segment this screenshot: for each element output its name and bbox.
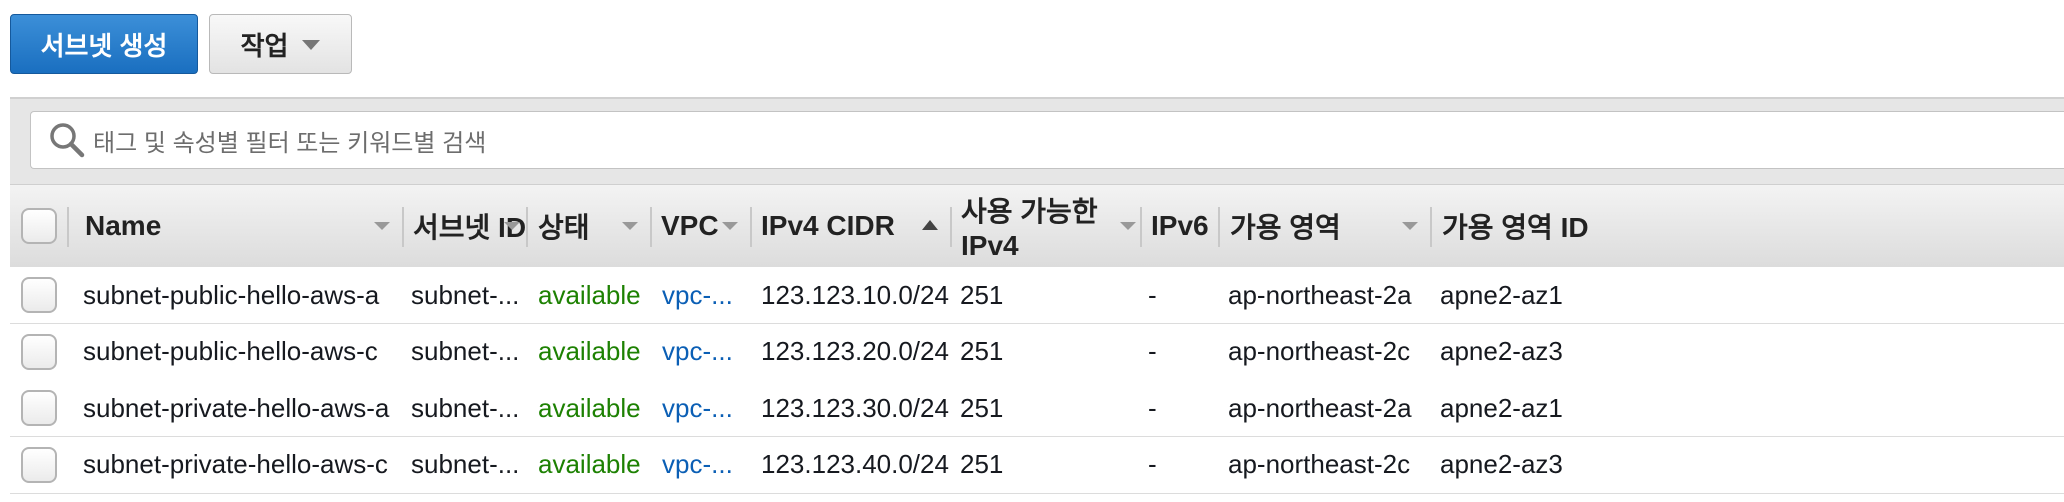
table-header: Name 서브넷 ID 상태 VPC IPv4 CIDR 사용 가능한 IPv4… xyxy=(10,184,2064,268)
cell-available-ipv4: 251 xyxy=(960,336,1004,366)
cell-subnet-id: subnet-... xyxy=(411,336,520,366)
cell-availability-zone: ap-northeast-2c xyxy=(1228,336,1411,366)
select-all-checkbox[interactable] xyxy=(21,208,57,244)
cell-state: available xyxy=(538,392,641,423)
cell-availability-zone: ap-northeast-2a xyxy=(1228,279,1412,310)
column-header-name[interactable]: Name xyxy=(70,185,404,267)
sort-icon xyxy=(722,222,738,230)
cell-availability-zone-id: apne2-az1 xyxy=(1440,392,1563,423)
sort-icon xyxy=(622,222,638,230)
chevron-down-icon xyxy=(302,40,321,50)
cell-state: available xyxy=(538,449,641,479)
table-row[interactable]: subnet-private-hello-aws-a subnet-... avai… xyxy=(10,380,2064,437)
cell-name: subnet-public-hello-aws-c xyxy=(83,336,378,366)
table-row[interactable]: subnet-public-hello-aws-a subnet-... avail… xyxy=(10,267,2064,324)
cell-available-ipv4: 251 xyxy=(960,279,1004,310)
column-header-state[interactable]: 상태 xyxy=(528,185,652,267)
cell-name: subnet-private-hello-aws-c xyxy=(83,449,388,479)
cell-subnet-id: subnet-... xyxy=(411,279,520,310)
column-label: IPv6 xyxy=(1151,210,1209,241)
cell-ipv6: - xyxy=(1148,336,1157,366)
row-select-checkbox[interactable] xyxy=(21,333,57,370)
sort-icon xyxy=(1402,222,1418,230)
sort-icon xyxy=(504,222,520,230)
cell-availability-zone: ap-northeast-2a xyxy=(1228,392,1412,423)
column-label: 상태 xyxy=(538,212,590,243)
cell-ipv6: - xyxy=(1148,279,1157,310)
row-select-checkbox[interactable] xyxy=(21,446,57,483)
column-header-ipv4-cidr[interactable]: IPv4 CIDR xyxy=(752,185,952,267)
select-all-header xyxy=(10,185,69,267)
cell-available-ipv4: 251 xyxy=(960,449,1004,479)
cell-state: available xyxy=(538,336,641,366)
search-placeholder: 태그 및 속성별 필터 또는 키워드별 검색 xyxy=(93,129,487,157)
column-header-subnet-id[interactable]: 서브넷 ID xyxy=(404,185,528,267)
row-checkbox-cell xyxy=(10,324,68,380)
table-row[interactable]: subnet-public-hello-aws-c subnet-... avail… xyxy=(10,323,2064,381)
cell-ipv6: - xyxy=(1148,392,1157,423)
cell-available-ipv4: 251 xyxy=(960,392,1004,423)
cell-subnet-id: subnet-... xyxy=(411,392,520,423)
row-checkbox-cell xyxy=(10,267,68,323)
column-header-vpc[interactable]: VPC xyxy=(652,185,752,267)
cell-ipv4-cidr: 123.123.40.0/24 xyxy=(761,449,949,479)
column-header-ipv6[interactable]: IPv6 xyxy=(1142,185,1220,267)
create-subnet-button[interactable]: 서브넷 생성 xyxy=(10,14,198,74)
row-select-checkbox[interactable] xyxy=(21,390,57,426)
column-label: 사용 가능한 IPv4 xyxy=(961,196,1098,261)
cell-vpc[interactable]: vpc-... xyxy=(662,267,748,323)
column-label: IPv4 CIDR xyxy=(761,210,895,241)
cell-vpc[interactable]: vpc-... xyxy=(662,380,748,436)
column-label: 가용 영역 ID xyxy=(1442,212,1589,243)
cell-availability-zone-id: apne2-az1 xyxy=(1440,279,1563,310)
toolbar: 서브넷 생성 작업 xyxy=(0,0,2064,76)
row-checkbox-cell xyxy=(10,437,68,493)
cell-name: subnet-public-hello-aws-a xyxy=(83,279,380,310)
row-checkbox-cell xyxy=(10,380,68,436)
cell-vpc[interactable]: vpc-... xyxy=(662,437,748,493)
cell-ipv6: - xyxy=(1148,449,1157,479)
cell-state: available xyxy=(538,279,641,310)
column-header-available-ipv4[interactable]: 사용 가능한 IPv4 xyxy=(952,185,1142,267)
search-input[interactable]: 태그 및 속성별 필터 또는 키워드별 검색 xyxy=(30,111,2064,169)
cell-name: subnet-private-hello-aws-a xyxy=(83,392,390,423)
search-icon xyxy=(43,116,91,164)
cell-vpc[interactable]: vpc-... xyxy=(662,324,748,380)
sort-ascending-icon xyxy=(922,220,938,230)
cell-availability-zone: ap-northeast-2c xyxy=(1228,449,1411,479)
sort-icon xyxy=(374,222,390,230)
cell-ipv4-cidr: 123.123.30.0/24 xyxy=(761,392,949,423)
column-label: Name xyxy=(85,210,162,241)
cell-ipv4-cidr: 123.123.10.0/24 xyxy=(761,279,949,310)
actions-dropdown-button[interactable]: 작업 xyxy=(209,14,352,74)
actions-label: 작업 xyxy=(240,30,289,61)
cell-subnet-id: subnet-... xyxy=(411,449,520,479)
column-label: VPC xyxy=(661,210,719,241)
cell-ipv4-cidr: 123.123.20.0/24 xyxy=(761,336,949,366)
cell-availability-zone-id: apne2-az3 xyxy=(1440,336,1563,366)
table-row[interactable]: subnet-private-hello-aws-c subnet-... avai… xyxy=(10,436,2064,494)
column-header-availability-zone[interactable]: 가용 영역 xyxy=(1220,185,1432,267)
cell-availability-zone-id: apne2-az3 xyxy=(1440,449,1563,479)
sort-icon xyxy=(1120,222,1136,230)
column-header-availability-zone-id[interactable]: 가용 영역 ID xyxy=(1432,185,1632,267)
column-label: 가용 영역 xyxy=(1230,212,1341,243)
filter-bar: 태그 및 속성별 필터 또는 키워드별 검색 xyxy=(10,97,2064,186)
row-select-checkbox[interactable] xyxy=(21,277,57,313)
